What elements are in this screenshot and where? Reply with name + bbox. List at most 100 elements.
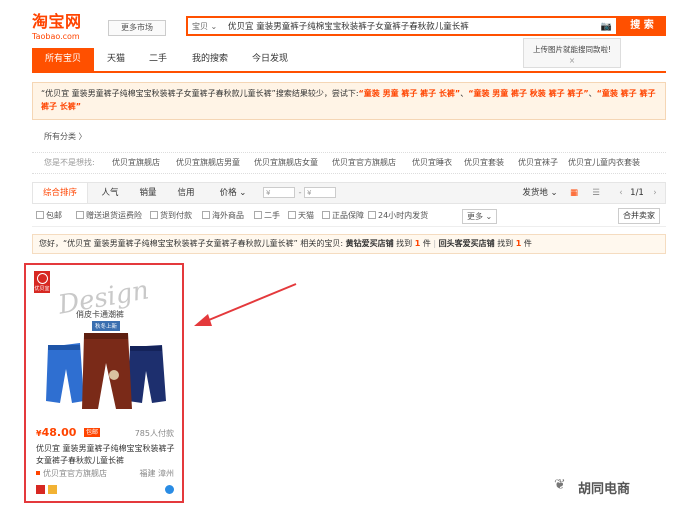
ship-from-dropdown[interactable]: 发货地 ⌄ xyxy=(517,183,563,203)
tab-all-items[interactable]: 所有宝贝 xyxy=(32,48,94,71)
search-box[interactable]: 宝贝 ⌄ 优贝宜 童装男童裤子纯棉宝宝秋装裤子女童裤子春秋款儿童长裤 📷 xyxy=(186,16,618,36)
cartoon-patch-icon xyxy=(109,370,119,380)
filter-overseas[interactable]: 海外商品 xyxy=(202,206,244,226)
tab-second-hand[interactable]: 二手 xyxy=(140,48,176,71)
price-max-input[interactable]: ¥ xyxy=(304,187,336,198)
guess-link[interactable]: 优贝宜旗舰店 xyxy=(112,153,160,173)
more-filters-button[interactable]: 更多 ⌄ xyxy=(462,209,498,224)
filter-second-hand[interactable]: 二手 xyxy=(254,206,280,226)
taobao-logo[interactable]: 淘宝网 Taobao.com xyxy=(32,14,104,44)
filter-label: 天猫 xyxy=(298,211,314,220)
few-results-suggestion: “优贝宜 童装男童裤子纯棉宝宝秋装裤子女童裤子春秋款儿童长裤”搜索结果较少，尝试… xyxy=(32,82,666,120)
hint-count: 1 xyxy=(515,239,522,248)
did-you-mean-row: 您是不是想找: 优贝宜旗舰店 优贝宜旗舰店男童 优贝宜旗舰店女童 优贝宜官方旗舰… xyxy=(32,152,666,174)
checkbox-icon[interactable] xyxy=(368,211,376,219)
sort-bar: 综合排序 人气 销量 信用 价格 ⌄ ¥ - ¥ 发货地 ⌄ ▦ ☰ ‹ 1/1… xyxy=(32,182,666,204)
watermark-text: 胡同电商 xyxy=(578,482,631,497)
price-separator: - xyxy=(298,188,302,198)
red-arrow-icon xyxy=(194,283,297,326)
blue-waistband-icon xyxy=(48,345,80,350)
filter-tmall[interactable]: 天猫 xyxy=(288,206,314,226)
filter-genuine[interactable]: 正品保障 xyxy=(322,206,364,226)
merge-sellers-button[interactable]: 合并卖家 xyxy=(618,208,660,224)
checkbox-icon[interactable] xyxy=(202,211,210,219)
logo-text-en: Taobao.com xyxy=(32,32,80,41)
gold-seller-icon[interactable] xyxy=(48,485,57,494)
search-tabs: 所有宝贝 天猫 二手 我的搜索 今日发现 xyxy=(32,48,666,73)
product-image-pants[interactable] xyxy=(44,329,168,409)
shop-name-text: 优贝宜官方旗舰店 xyxy=(43,469,107,478)
guess-link[interactable]: 优贝宜儿童内衣套装 xyxy=(568,153,640,173)
guess-link[interactable]: 优贝宜旗舰店女童 xyxy=(254,153,318,173)
hint-unit: 件 xyxy=(422,239,431,248)
guess-link[interactable]: 优贝宜袜子 xyxy=(518,153,558,173)
filter-label: 二手 xyxy=(264,211,280,220)
tmall-badge-icon[interactable] xyxy=(36,485,45,494)
sold-count: 785人付款 xyxy=(134,429,174,438)
suggestion-prefix: “优贝宜 童装男童裤子纯棉宝宝秋装裤子女童裤子春秋款儿童长裤”搜索结果较少，尝试… xyxy=(41,89,359,98)
filter-free-shipping[interactable]: 包邮 xyxy=(36,206,62,226)
tab-today-discover[interactable]: 今日发现 xyxy=(244,48,296,71)
wechat-icon: ❦ xyxy=(554,477,566,493)
related-shops-hint: 您好，“优贝宜 童装男童裤子纯棉宝宝秋装裤子女童裤子春秋款儿童长裤” 相关的宝贝… xyxy=(32,234,666,254)
hint-prefix: 您好，“优贝宜 童装男童裤子纯棉宝宝秋装裤子女童裤子春秋款儿童长裤” 相关的宝贝… xyxy=(39,239,344,248)
product-promo-text: 俏皮卡通潮裤 xyxy=(76,310,124,319)
price-min-input[interactable]: ¥ xyxy=(263,187,295,198)
tab-my-search[interactable]: 我的搜索 xyxy=(184,48,236,71)
hint-shop-link[interactable]: 黄钻爱买店铺 xyxy=(346,239,394,248)
camera-icon[interactable]: 📷 xyxy=(601,21,612,33)
hint-count: 1 xyxy=(414,239,421,248)
sort-default[interactable]: 综合排序 xyxy=(33,183,88,203)
shop-logo-badge: 优贝宜 xyxy=(34,271,50,293)
suggestion-link[interactable]: “童装 男童 裤子 秋装 裤子 裤子” xyxy=(468,89,588,98)
shop-name-link[interactable]: 优贝宜官方旗舰店 xyxy=(36,468,107,479)
hint-separator: | xyxy=(433,239,437,248)
grid-view-icon[interactable]: ▦ xyxy=(567,183,581,203)
sort-sales[interactable]: 销量 xyxy=(131,183,165,203)
checkbox-icon[interactable] xyxy=(288,211,296,219)
checkbox-icon[interactable] xyxy=(322,211,330,219)
free-shipping-tag: 包邮 xyxy=(84,428,101,437)
sort-price[interactable]: 价格 ⌄ xyxy=(213,183,253,203)
wechat-watermark: ❦ 胡同电商 xyxy=(554,474,666,498)
brown-pants-icon xyxy=(82,333,132,409)
guess-link[interactable]: 优贝宜官方旗舰店 xyxy=(332,153,396,173)
checkbox-icon[interactable] xyxy=(76,211,84,219)
filter-24h-ship[interactable]: 24小时内发货 xyxy=(368,206,428,226)
prev-page-icon[interactable]: ‹ xyxy=(617,183,625,203)
checkbox-icon[interactable] xyxy=(36,211,44,219)
hint-shop-link[interactable]: 回头客爱买店铺 xyxy=(439,239,495,248)
hint-found: 找到 xyxy=(396,239,413,248)
brown-waistband-icon xyxy=(84,333,128,339)
next-page-icon[interactable]: › xyxy=(651,183,659,203)
logo-text-cn: 淘宝网 xyxy=(32,12,82,31)
checkbox-icon[interactable] xyxy=(254,211,262,219)
badge-text: 优贝宜 xyxy=(34,286,50,292)
filter-return-insurance[interactable]: 赠送退货运费险 xyxy=(76,206,142,226)
guess-link[interactable]: 优贝宜睡衣 xyxy=(412,153,452,173)
product-title-link[interactable]: 优贝宜 童装男童裤子纯棉宝宝秋装裤子女童裤子春秋款儿童长裤 xyxy=(36,443,176,467)
sort-credit[interactable]: 信用 xyxy=(169,183,203,203)
checkbox-icon[interactable] xyxy=(150,211,158,219)
guess-link[interactable]: 优贝宜旗舰店男童 xyxy=(176,153,240,173)
list-view-icon[interactable]: ☰ xyxy=(589,183,603,203)
wangwang-chat-icon[interactable] xyxy=(165,485,174,494)
search-input[interactable]: 优贝宜 童装男童裤子纯棉宝宝秋装裤子女童裤子春秋款儿童长裤 xyxy=(228,21,469,33)
sort-popularity[interactable]: 人气 xyxy=(93,183,127,203)
suggestion-link[interactable]: “童装 男童 裤子 裤子 长裤” xyxy=(359,89,461,98)
search-scope-dropdown[interactable]: 宝贝 ⌄ xyxy=(192,21,217,33)
all-categories[interactable]: 所有分类 〉 xyxy=(44,131,87,142)
filter-cash-on-delivery[interactable]: 货到付款 xyxy=(150,206,192,226)
shop-dot-icon xyxy=(36,471,40,475)
more-markets-button[interactable]: 更多市场 xyxy=(108,20,166,36)
badge-ring-icon xyxy=(36,273,48,284)
filter-label: 24小时内发货 xyxy=(378,211,429,220)
product-card[interactable]: 优贝宜 Design 俏皮卡通潮裤 秋冬上新 ¥48.00 包邮 785人付款 … xyxy=(24,263,184,503)
product-price: ¥48.00 xyxy=(36,426,76,439)
search-button[interactable]: 搜 索 xyxy=(618,16,666,36)
tab-tmall[interactable]: 天猫 xyxy=(98,48,134,71)
filter-label: 包邮 xyxy=(46,211,62,220)
filter-label: 赠送退货运费险 xyxy=(86,211,142,220)
did-you-mean-label: 您是不是想找: xyxy=(44,158,95,167)
guess-link[interactable]: 优贝宜套装 xyxy=(464,153,504,173)
